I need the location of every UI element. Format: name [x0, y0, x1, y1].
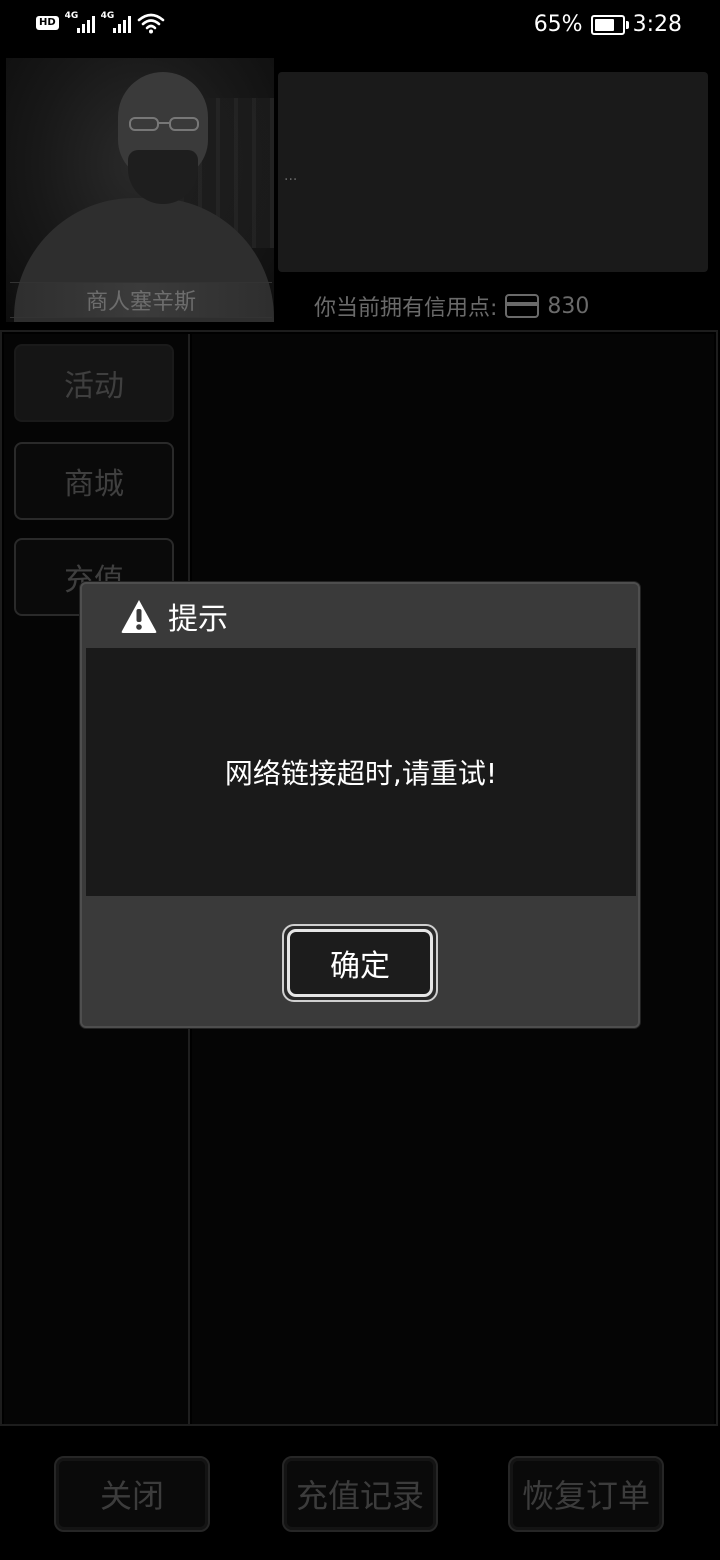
- signal-sim1-icon: 4G: [64, 11, 95, 33]
- glasses-icon: [129, 117, 199, 131]
- tab-label: 商城: [64, 467, 124, 502]
- status-bar: HD 4G 4G 65% 3:28: [0, 0, 720, 52]
- confirm-button[interactable]: 确定: [282, 924, 438, 1002]
- close-button-label: 关闭: [99, 1477, 164, 1515]
- tab-activity[interactable]: 活动: [14, 344, 174, 422]
- signal-sim2-icon: 4G: [100, 11, 131, 33]
- dialog-body: 网络链接超时,请重试!: [86, 648, 636, 896]
- speech-panel: [278, 72, 708, 272]
- network-type-label: 4G: [100, 11, 115, 21]
- alert-dialog: 提示 网络链接超时,请重试! 确定: [80, 582, 640, 1028]
- clock: 3:28: [632, 12, 682, 37]
- confirm-button-face[interactable]: 确定: [287, 929, 433, 997]
- credits-label: 你当前拥有信用点:: [314, 296, 498, 321]
- speech-text: ...: [284, 168, 298, 184]
- network-type-label: 4G: [64, 11, 79, 21]
- recharge-history-button[interactable]: 充值记录: [282, 1456, 438, 1532]
- warning-icon: [121, 600, 157, 633]
- credit-card-icon: [505, 294, 540, 318]
- status-right: 65% 3:28: [534, 12, 682, 37]
- wifi-icon: [137, 13, 164, 34]
- battery-icon: [590, 14, 629, 35]
- merchant-name: 商人塞辛斯: [85, 290, 196, 315]
- merchant-name-plate: 商人塞辛斯: [10, 282, 272, 318]
- credits-display: 你当前拥有信用点: 830: [314, 290, 589, 322]
- dialog-header: 提示: [82, 584, 638, 648]
- status-left: HD 4G 4G: [36, 11, 165, 34]
- credits-value: 830: [547, 293, 590, 319]
- recharge-history-label: 充值记录: [295, 1477, 424, 1515]
- hd-badge: HD: [36, 16, 59, 30]
- battery-percent: 65%: [533, 12, 583, 37]
- confirm-button-label: 确定: [330, 949, 390, 984]
- close-button[interactable]: 关闭: [54, 1456, 210, 1532]
- tab-label: 活动: [64, 369, 124, 404]
- tab-mall[interactable]: 商城: [14, 442, 174, 520]
- restore-orders-button[interactable]: 恢复订单: [508, 1456, 664, 1532]
- restore-orders-label: 恢复订单: [521, 1477, 650, 1515]
- dialog-message: 网络链接超时,请重试!: [224, 757, 498, 790]
- dialog-title: 提示: [168, 602, 228, 637]
